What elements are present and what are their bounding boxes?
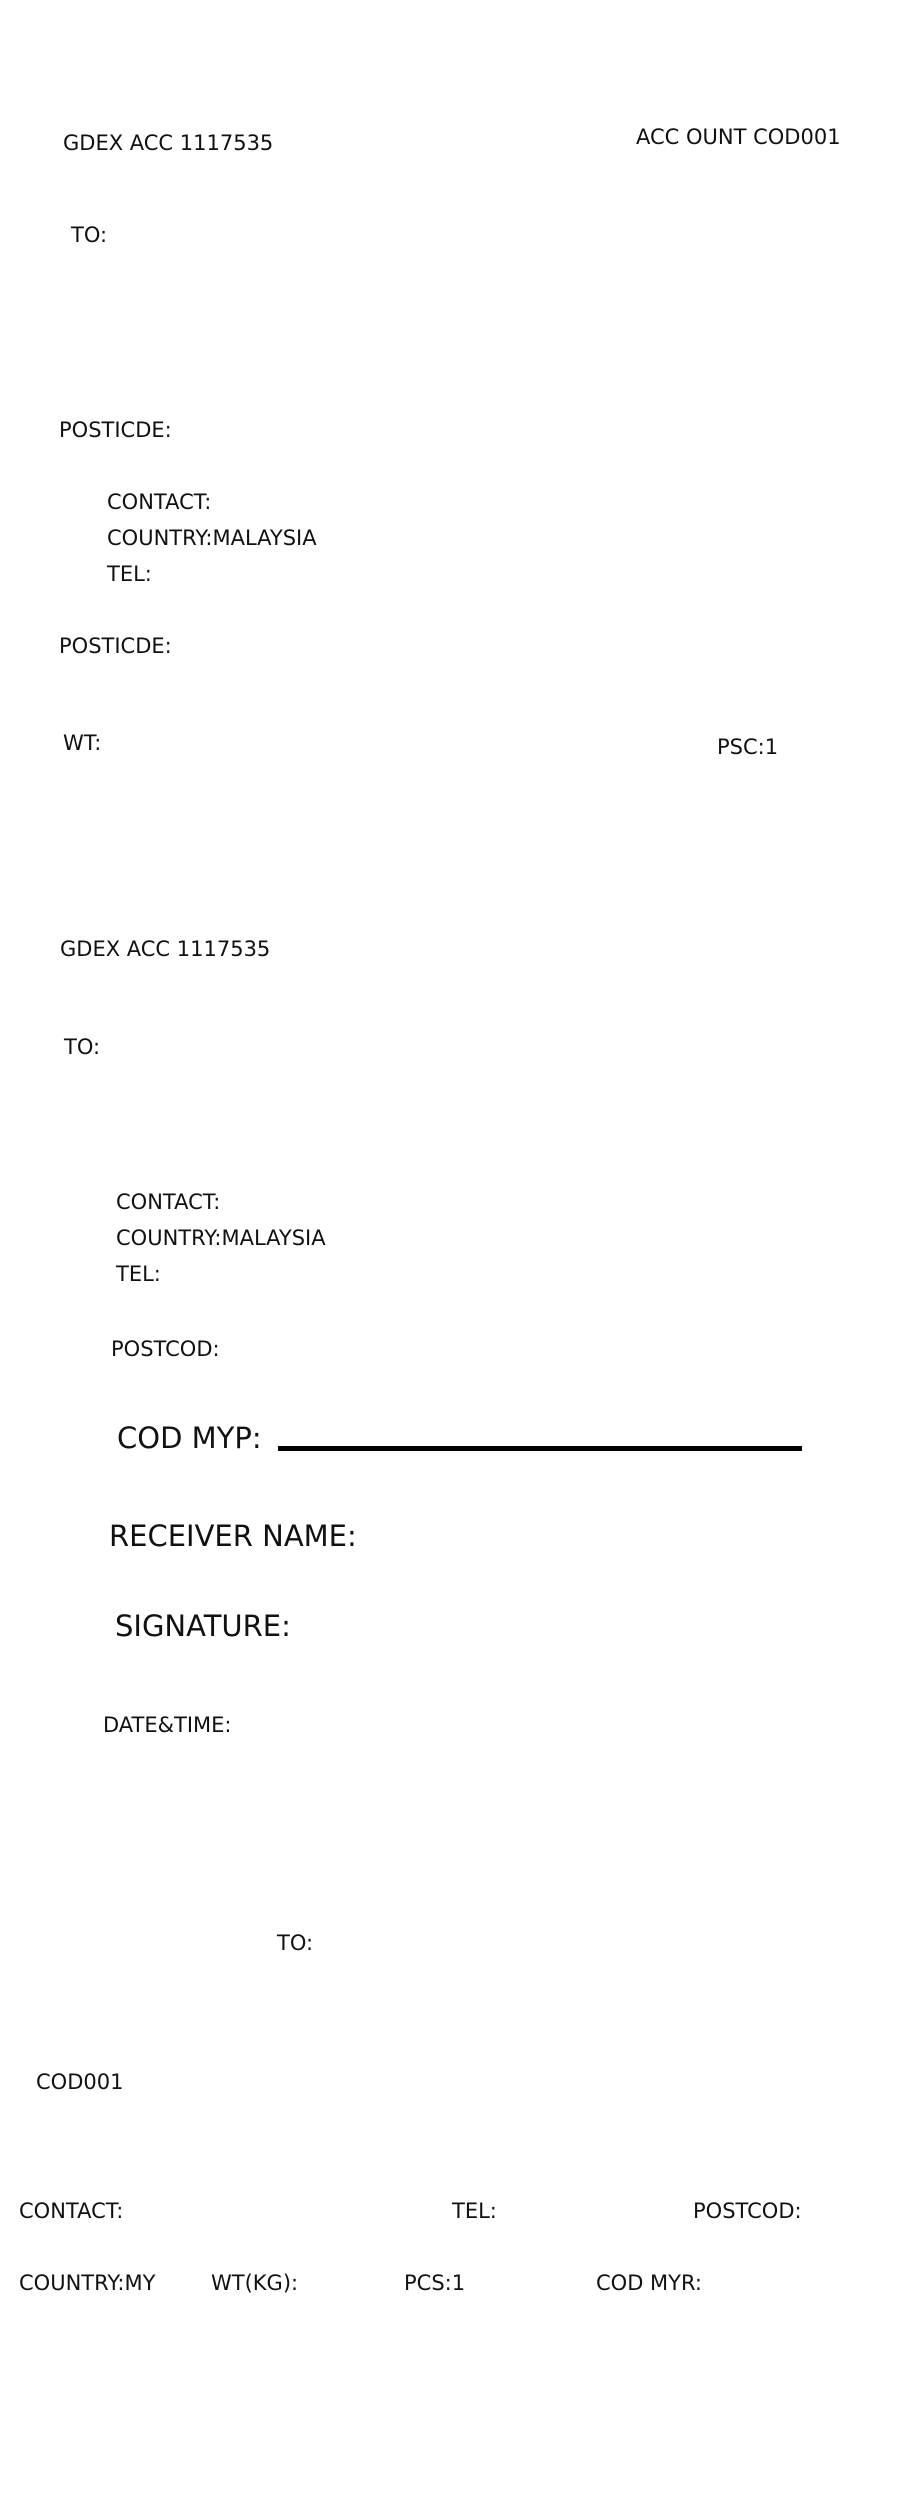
label1-weight: WT: <box>63 731 102 755</box>
label3-weight: WT(KG): <box>211 2271 299 2295</box>
label2-country: COUNTRY:MALAYSIA <box>116 1226 326 1250</box>
label2-contact: CONTACT: <box>116 1190 221 1214</box>
label2-to: TO: <box>64 1035 101 1059</box>
label1-postcode-2: POSTICDE: <box>59 634 172 658</box>
label3-tel: TEL: <box>452 2199 497 2223</box>
label1-country: COUNTRY:MALAYSIA <box>107 526 317 550</box>
label3-postcode: POSTCOD: <box>693 2199 802 2223</box>
label1-contact: CONTACT: <box>107 490 212 514</box>
label3-pieces: PCS:1 <box>404 2271 466 2295</box>
label3-code: COD001 <box>36 2070 124 2094</box>
label1-pieces: PSC:1 <box>717 735 779 759</box>
label1-account-code: ACC OUNT COD001 <box>636 125 841 149</box>
label2-postcode: POSTCOD: <box>111 1337 220 1361</box>
label3-contact: CONTACT: <box>19 2199 124 2223</box>
label3-country: COUNTRY:MY <box>19 2271 156 2295</box>
label1-to: TO: <box>71 223 108 247</box>
label2-cod: COD MYP: <box>117 1421 262 1455</box>
label3-to: TO: <box>277 1931 314 1955</box>
label2-account: GDEX ACC 1117535 <box>60 937 271 961</box>
label1-postcode-1: POSTICDE: <box>59 418 172 442</box>
label1-tel: TEL: <box>107 562 152 586</box>
label1-account: GDEX ACC 1117535 <box>63 131 274 155</box>
cod-amount-line <box>278 1446 802 1451</box>
label2-signature: SIGNATURE: <box>115 1609 291 1643</box>
label2-date-time: DATE&TIME: <box>103 1713 232 1737</box>
label3-cod: COD MYR: <box>596 2271 703 2295</box>
label2-receiver-name: RECEIVER NAME: <box>109 1519 357 1553</box>
label2-tel: TEL: <box>116 1262 161 1286</box>
